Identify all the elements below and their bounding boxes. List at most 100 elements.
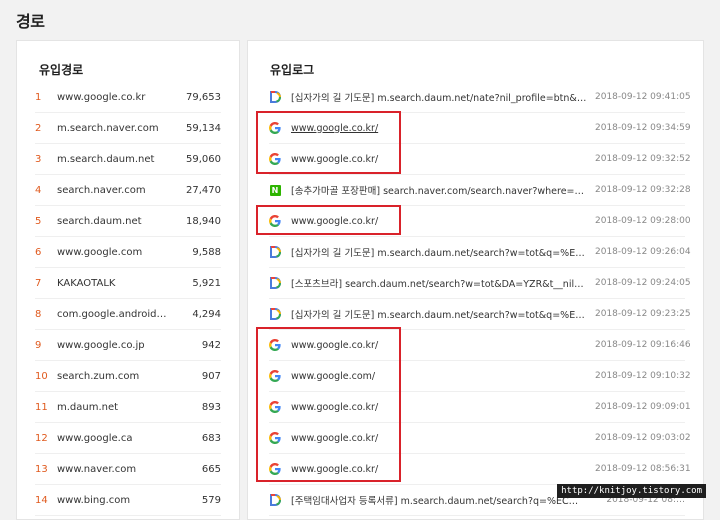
- route-rank: 10: [35, 370, 48, 382]
- log-timestamp: 2018-09-12 09:24:05: [595, 278, 691, 288]
- log-row[interactable]: www.google.co.kr/2018-09-12 09:32:52: [269, 144, 691, 175]
- route-domain[interactable]: www.bing.com: [57, 495, 175, 506]
- route-rank: 14: [35, 494, 48, 506]
- log-row[interactable]: www.google.com/2018-09-12 09:10:32: [269, 361, 691, 392]
- route-domain[interactable]: com.google.android.…: [57, 309, 175, 320]
- log-row[interactable]: [십자가의 길 기도문] m.search.daum.net/search?w=…: [269, 299, 691, 330]
- route-domain[interactable]: m.search.naver.com: [57, 123, 175, 134]
- google-icon: [269, 401, 281, 413]
- route-rank: 6: [35, 246, 42, 258]
- route-domain[interactable]: search.naver.com: [57, 185, 175, 196]
- route-rank: 5: [35, 215, 42, 227]
- route-domain[interactable]: www.google.co.jp: [57, 340, 175, 351]
- route-row[interactable]: 9 www.google.co.jp 942: [35, 330, 221, 361]
- google-icon: [269, 463, 281, 475]
- log-timestamp: 2018-09-12 09:09:01: [595, 402, 691, 412]
- google-icon: [269, 153, 281, 165]
- log-row[interactable]: www.google.co.kr/2018-09-12 08:56:31: [269, 454, 691, 485]
- route-domain[interactable]: m.search.daum.net: [57, 154, 175, 165]
- log-row[interactable]: [스포츠브라] search.daum.net/search?w=tot&DA=…: [269, 268, 691, 299]
- daum-icon: [269, 277, 281, 289]
- log-referrer-link[interactable]: www.google.co.kr/: [291, 123, 595, 134]
- log-row[interactable]: www.google.co.kr/2018-09-12 09:03:02: [269, 423, 691, 454]
- route-row[interactable]: 1 www.google.co.kr 79,653: [35, 82, 221, 113]
- daum-icon: [269, 308, 281, 320]
- log-timestamp: 2018-09-12 09:16:46: [595, 340, 691, 350]
- google-icon: [269, 215, 281, 227]
- route-rank: 2: [35, 122, 42, 134]
- route-row[interactable]: 8 com.google.android.… 4,294: [35, 299, 221, 330]
- log-row[interactable]: [십자가의 길 기도문] m.search.daum.net/search?w=…: [269, 237, 691, 268]
- route-domain[interactable]: www.naver.com: [57, 464, 175, 475]
- log-timestamp: 2018-09-12 09:32:52: [595, 154, 691, 164]
- page-title: 경로: [16, 12, 45, 31]
- route-row[interactable]: 11 m.daum.net 893: [35, 392, 221, 423]
- route-domain[interactable]: www.google.co.kr: [57, 92, 175, 103]
- route-domain[interactable]: m.daum.net: [57, 402, 175, 413]
- log-timestamp: 2018-09-12 09:34:59: [595, 123, 691, 133]
- log-referrer-link[interactable]: [송추가마골 포장판매] search.naver.com/search.nav…: [291, 183, 595, 197]
- log-referrer-link[interactable]: www.google.co.kr/: [291, 433, 595, 444]
- route-domain[interactable]: search.zum.com: [57, 371, 175, 382]
- log-referrer-link[interactable]: www.google.co.kr/: [291, 464, 595, 475]
- log-timestamp: 2018-09-12 09:28:00: [595, 216, 691, 226]
- daum-icon: [269, 91, 281, 103]
- log-referrer-link[interactable]: www.google.co.kr/: [291, 154, 595, 165]
- route-rank: 12: [35, 432, 48, 444]
- route-rank: 7: [35, 277, 42, 289]
- log-referrer-link[interactable]: www.google.co.kr/: [291, 402, 595, 413]
- route-row[interactable]: 5 search.daum.net 18,940: [35, 206, 221, 237]
- log-timestamp: 2018-09-12 09:10:32: [595, 371, 691, 381]
- google-icon: [269, 432, 281, 444]
- route-row[interactable]: 3 m.search.daum.net 59,060: [35, 144, 221, 175]
- log-referrer-link[interactable]: [스포츠브라] search.daum.net/search?w=tot&DA=…: [291, 276, 595, 290]
- log-timestamp: 2018-09-12 09:41:05: [595, 92, 691, 102]
- route-count: 18,940: [186, 215, 221, 227]
- log-referrer-link[interactable]: www.google.com/: [291, 371, 595, 382]
- log-referrer-link[interactable]: www.google.co.kr/: [291, 216, 595, 227]
- daum-icon: [269, 246, 281, 258]
- route-count: 683: [201, 432, 221, 444]
- log-timestamp: 2018-09-12 08:56:31: [595, 464, 691, 474]
- log-row[interactable]: www.google.co.kr/2018-09-12 09:34:59: [269, 113, 691, 144]
- inflow-log-card: 유입로그 [십자가의 길 기도문] m.search.daum.net/nate…: [247, 40, 704, 520]
- watermark: http://knitjoy.tistory.com: [557, 484, 706, 498]
- log-referrer-link[interactable]: [십자가의 길 기도문] m.search.daum.net/nate?nil_…: [291, 90, 595, 104]
- route-row[interactable]: 4 search.naver.com 27,470: [35, 175, 221, 206]
- inflow-log-list: [십자가의 길 기도문] m.search.daum.net/nate?nil_…: [248, 82, 703, 516]
- route-row[interactable]: 10 search.zum.com 907: [35, 361, 221, 392]
- route-domain[interactable]: KAKAOTALK: [57, 278, 175, 289]
- log-referrer-link[interactable]: [주택임대사업자 등록서류] m.search.daum.net/search?…: [291, 493, 595, 507]
- google-icon: [269, 122, 281, 134]
- route-row[interactable]: 13 www.naver.com 665: [35, 454, 221, 485]
- route-count: 59,134: [186, 122, 221, 134]
- route-count: 27,470: [186, 184, 221, 196]
- log-referrer-link[interactable]: [십자가의 길 기도문] m.search.daum.net/search?w=…: [291, 307, 595, 321]
- route-count: 5,921: [192, 277, 221, 289]
- route-row[interactable]: 7 KAKAOTALK 5,921: [35, 268, 221, 299]
- route-row[interactable]: 6 www.google.com 9,588: [35, 237, 221, 268]
- route-domain[interactable]: www.google.com: [57, 247, 175, 258]
- route-count: 893: [201, 401, 221, 413]
- log-row[interactable]: www.google.co.kr/2018-09-12 09:09:01: [269, 392, 691, 423]
- route-row[interactable]: 12 www.google.ca 683: [35, 423, 221, 454]
- log-timestamp: 2018-09-12 09:32:28: [595, 185, 691, 195]
- log-row[interactable]: N [송추가마골 포장판매] search.naver.com/search.na…: [269, 175, 691, 206]
- route-row[interactable]: 2 m.search.naver.com 59,134: [35, 113, 221, 144]
- google-icon: [269, 370, 281, 382]
- route-count: 579: [201, 494, 221, 506]
- route-rank: 11: [35, 401, 48, 413]
- route-count: 4,294: [192, 308, 221, 320]
- route-count: 9,588: [192, 246, 221, 258]
- route-row[interactable]: 14 www.bing.com 579: [35, 485, 221, 516]
- route-domain[interactable]: www.google.ca: [57, 433, 175, 444]
- log-row[interactable]: www.google.co.kr/2018-09-12 09:28:00: [269, 206, 691, 237]
- route-domain[interactable]: search.daum.net: [57, 216, 175, 227]
- route-count: 907: [201, 370, 221, 382]
- log-row[interactable]: [십자가의 길 기도문] m.search.daum.net/nate?nil_…: [269, 82, 691, 113]
- log-referrer-link[interactable]: www.google.co.kr/: [291, 340, 595, 351]
- log-row[interactable]: www.google.co.kr/2018-09-12 09:16:46: [269, 330, 691, 361]
- log-timestamp: 2018-09-12 09:26:04: [595, 247, 691, 257]
- naver-icon: N: [269, 184, 281, 196]
- log-referrer-link[interactable]: [십자가의 길 기도문] m.search.daum.net/search?w=…: [291, 245, 595, 259]
